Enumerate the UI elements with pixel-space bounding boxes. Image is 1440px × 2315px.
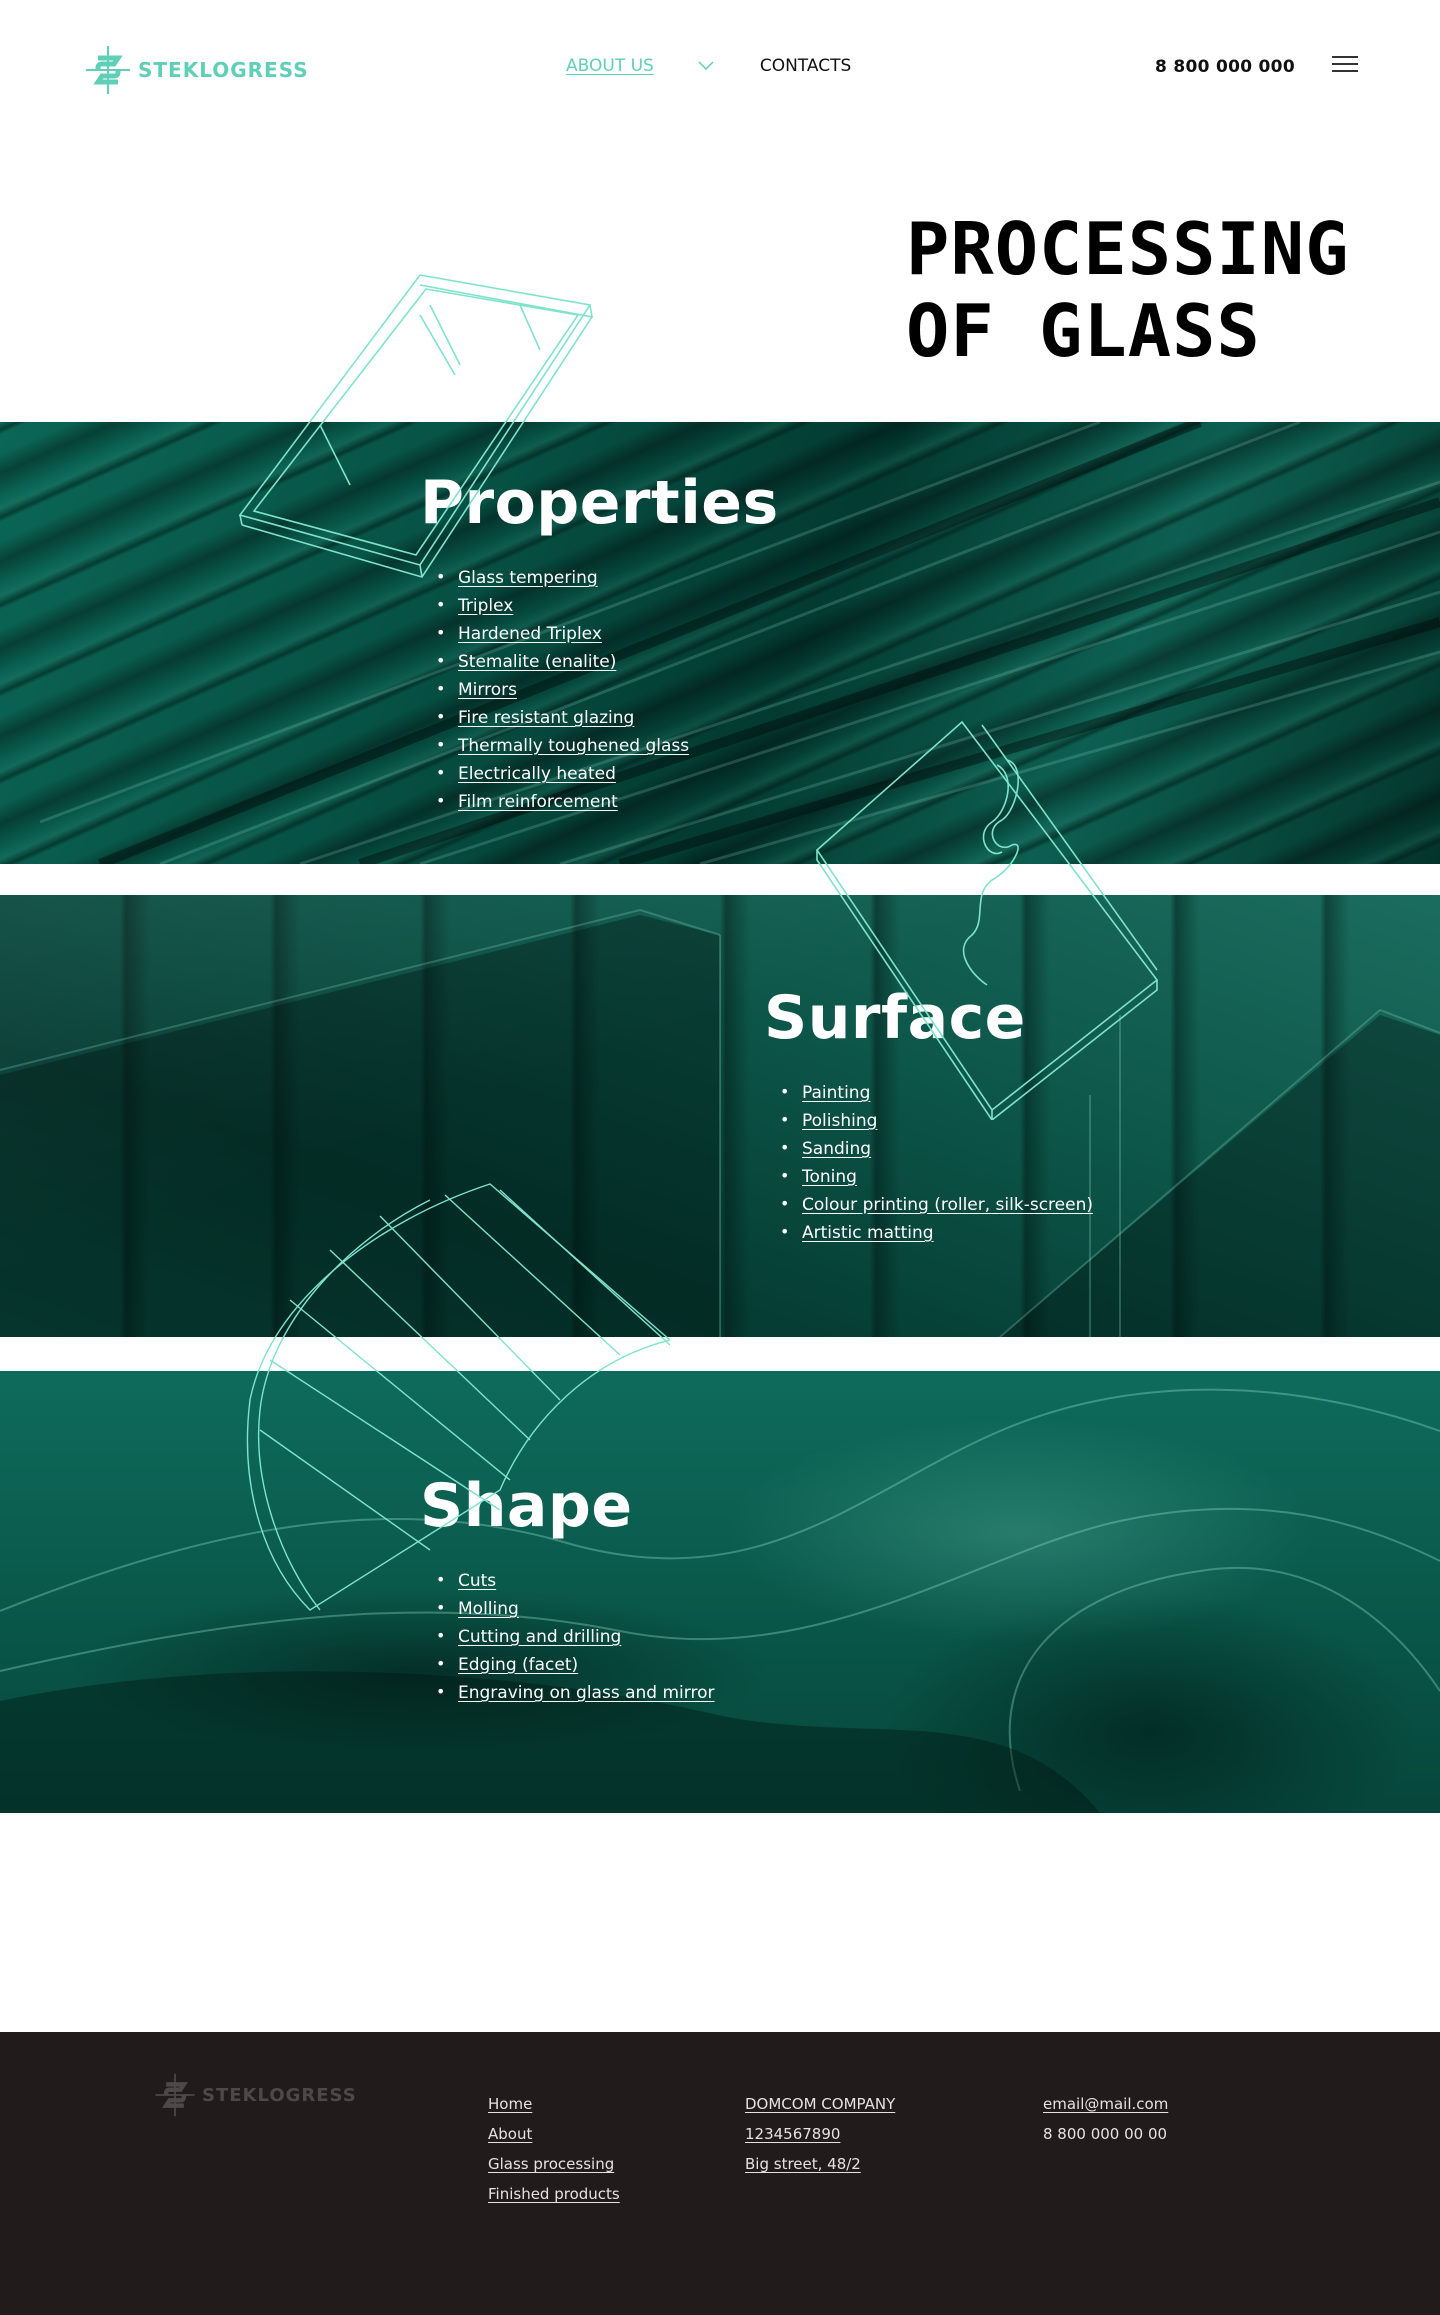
list-item: Artistic matting bbox=[780, 1218, 1093, 1247]
list-item-link[interactable]: Sanding bbox=[802, 1139, 871, 1159]
header-phone[interactable]: 8 800 000 000 bbox=[1155, 57, 1295, 77]
logo-icon bbox=[86, 46, 130, 94]
list-item: Triplex bbox=[436, 591, 689, 620]
list-item-link[interactable]: Cuts bbox=[458, 1571, 496, 1591]
surface-title: Surface bbox=[764, 983, 1026, 1053]
list-item-link[interactable]: Molling bbox=[458, 1599, 519, 1619]
list-item-link[interactable]: Engraving on glass and mirror bbox=[458, 1683, 714, 1703]
shape-section: Shape Cuts Molling Cutting and drilling … bbox=[0, 1371, 1440, 1813]
list-item: Thermally toughened glass bbox=[436, 731, 689, 760]
page-title-line-2: OF GLASS bbox=[906, 289, 1261, 373]
page-title-line-1: PROCESSING bbox=[906, 207, 1350, 291]
list-item: Sanding bbox=[780, 1134, 1093, 1163]
list-item-link[interactable]: Mirrors bbox=[458, 680, 517, 700]
list-item: Cutting and drilling bbox=[436, 1622, 714, 1651]
properties-section: Properties Glass tempering Triplex Harde… bbox=[0, 422, 1440, 864]
properties-title: Properties bbox=[420, 468, 779, 538]
list-item: Toning bbox=[780, 1162, 1093, 1191]
footer-company-address[interactable]: Big street, 48/2 bbox=[745, 2155, 861, 2173]
list-item-link[interactable]: Triplex bbox=[458, 596, 513, 616]
properties-list: Glass tempering Triplex Hardened Triplex… bbox=[436, 563, 689, 816]
list-item-link[interactable]: Toning bbox=[802, 1167, 857, 1187]
list-item-link[interactable]: Electrically heated bbox=[458, 764, 616, 784]
hamburger-icon[interactable] bbox=[1332, 56, 1358, 76]
hamburger-line bbox=[1332, 63, 1358, 65]
logo[interactable]: STEKLOGRESS bbox=[82, 44, 309, 96]
footer-phone: 8 800 000 00 00 bbox=[1043, 2125, 1168, 2143]
list-item: Hardened Triplex bbox=[436, 619, 689, 648]
list-item: Mirrors bbox=[436, 675, 689, 704]
list-item-link[interactable]: Hardened Triplex bbox=[458, 624, 602, 644]
nav-about-us[interactable]: ABOUT US bbox=[566, 56, 654, 76]
footer-link-finished-products[interactable]: Finished products bbox=[488, 2185, 620, 2203]
logo-icon bbox=[155, 2073, 195, 2117]
footer-link-glass-processing[interactable]: Glass processing bbox=[488, 2155, 614, 2173]
footer-link-home[interactable]: Home bbox=[488, 2095, 532, 2113]
site-footer: STEKLOGRESS Home About Glass processing … bbox=[0, 2032, 1440, 2315]
list-item-link[interactable]: Cutting and drilling bbox=[458, 1627, 621, 1647]
list-item: Stemalite (enalite) bbox=[436, 647, 689, 676]
list-item: Polishing bbox=[780, 1106, 1093, 1135]
list-item-link[interactable]: Colour printing (roller, silk-screen) bbox=[802, 1195, 1093, 1215]
page-title: PROCESSING OF GLASS bbox=[906, 208, 1426, 372]
list-item: Molling bbox=[436, 1594, 714, 1623]
footer-link-about[interactable]: About bbox=[488, 2125, 532, 2143]
list-item: Cuts bbox=[436, 1566, 714, 1595]
hamburger-line bbox=[1332, 56, 1358, 58]
list-item: Fire resistant glazing bbox=[436, 703, 689, 732]
logo-text: STEKLOGRESS bbox=[138, 58, 309, 82]
list-item: Engraving on glass and mirror bbox=[436, 1678, 714, 1707]
footer-company: DOMCOM COMPANY 1234567890 Big street, 48… bbox=[745, 2094, 895, 2184]
footer-company-name[interactable]: DOMCOM COMPANY bbox=[745, 2095, 895, 2113]
shape-title: Shape bbox=[420, 1471, 633, 1541]
surface-section: Surface Painting Polishing Sanding Tonin… bbox=[0, 895, 1440, 1337]
list-item-link[interactable]: Edging (facet) bbox=[458, 1655, 578, 1675]
list-item-link[interactable]: Thermally toughened glass bbox=[458, 736, 689, 756]
chevron-down-icon[interactable] bbox=[698, 61, 714, 71]
list-item-link[interactable]: Stemalite (enalite) bbox=[458, 652, 616, 672]
footer-nav: Home About Glass processing Finished pro… bbox=[488, 2094, 620, 2214]
list-item-link[interactable]: Glass tempering bbox=[458, 568, 598, 588]
nav-contacts[interactable]: CONTACTS bbox=[760, 56, 851, 76]
list-item-link[interactable]: Painting bbox=[802, 1083, 870, 1103]
footer-contacts: email@mail.com 8 800 000 00 00 bbox=[1043, 2094, 1168, 2154]
main-nav: ABOUT US CONTACTS bbox=[566, 56, 851, 76]
list-item: Electrically heated bbox=[436, 759, 689, 788]
site-header: STEKLOGRESS ABOUT US CONTACTS 8 800 000 … bbox=[0, 0, 1440, 140]
liquid-glass-decoration bbox=[0, 1388, 1440, 1813]
list-item-link[interactable]: Artistic matting bbox=[802, 1223, 934, 1243]
footer-company-id[interactable]: 1234567890 bbox=[745, 2125, 840, 2143]
list-item-link[interactable]: Fire resistant glazing bbox=[458, 708, 634, 728]
list-item: Painting bbox=[780, 1078, 1093, 1107]
glass-panels-decoration bbox=[0, 909, 1440, 1337]
list-item: Edging (facet) bbox=[436, 1650, 714, 1679]
surface-list: Painting Polishing Sanding Toning Colour… bbox=[780, 1078, 1093, 1247]
list-item: Film reinforcement bbox=[436, 787, 689, 816]
shape-list: Cuts Molling Cutting and drilling Edging… bbox=[436, 1566, 714, 1707]
list-item: Colour printing (roller, silk-screen) bbox=[780, 1190, 1093, 1219]
list-item: Glass tempering bbox=[436, 563, 689, 592]
footer-logo-text: STEKLOGRESS bbox=[202, 2084, 357, 2106]
list-item-link[interactable]: Polishing bbox=[802, 1111, 877, 1131]
footer-email[interactable]: email@mail.com bbox=[1043, 2095, 1168, 2113]
list-item-link[interactable]: Film reinforcement bbox=[458, 792, 618, 812]
footer-logo[interactable]: STEKLOGRESS bbox=[152, 2072, 357, 2118]
hamburger-line bbox=[1332, 70, 1358, 72]
